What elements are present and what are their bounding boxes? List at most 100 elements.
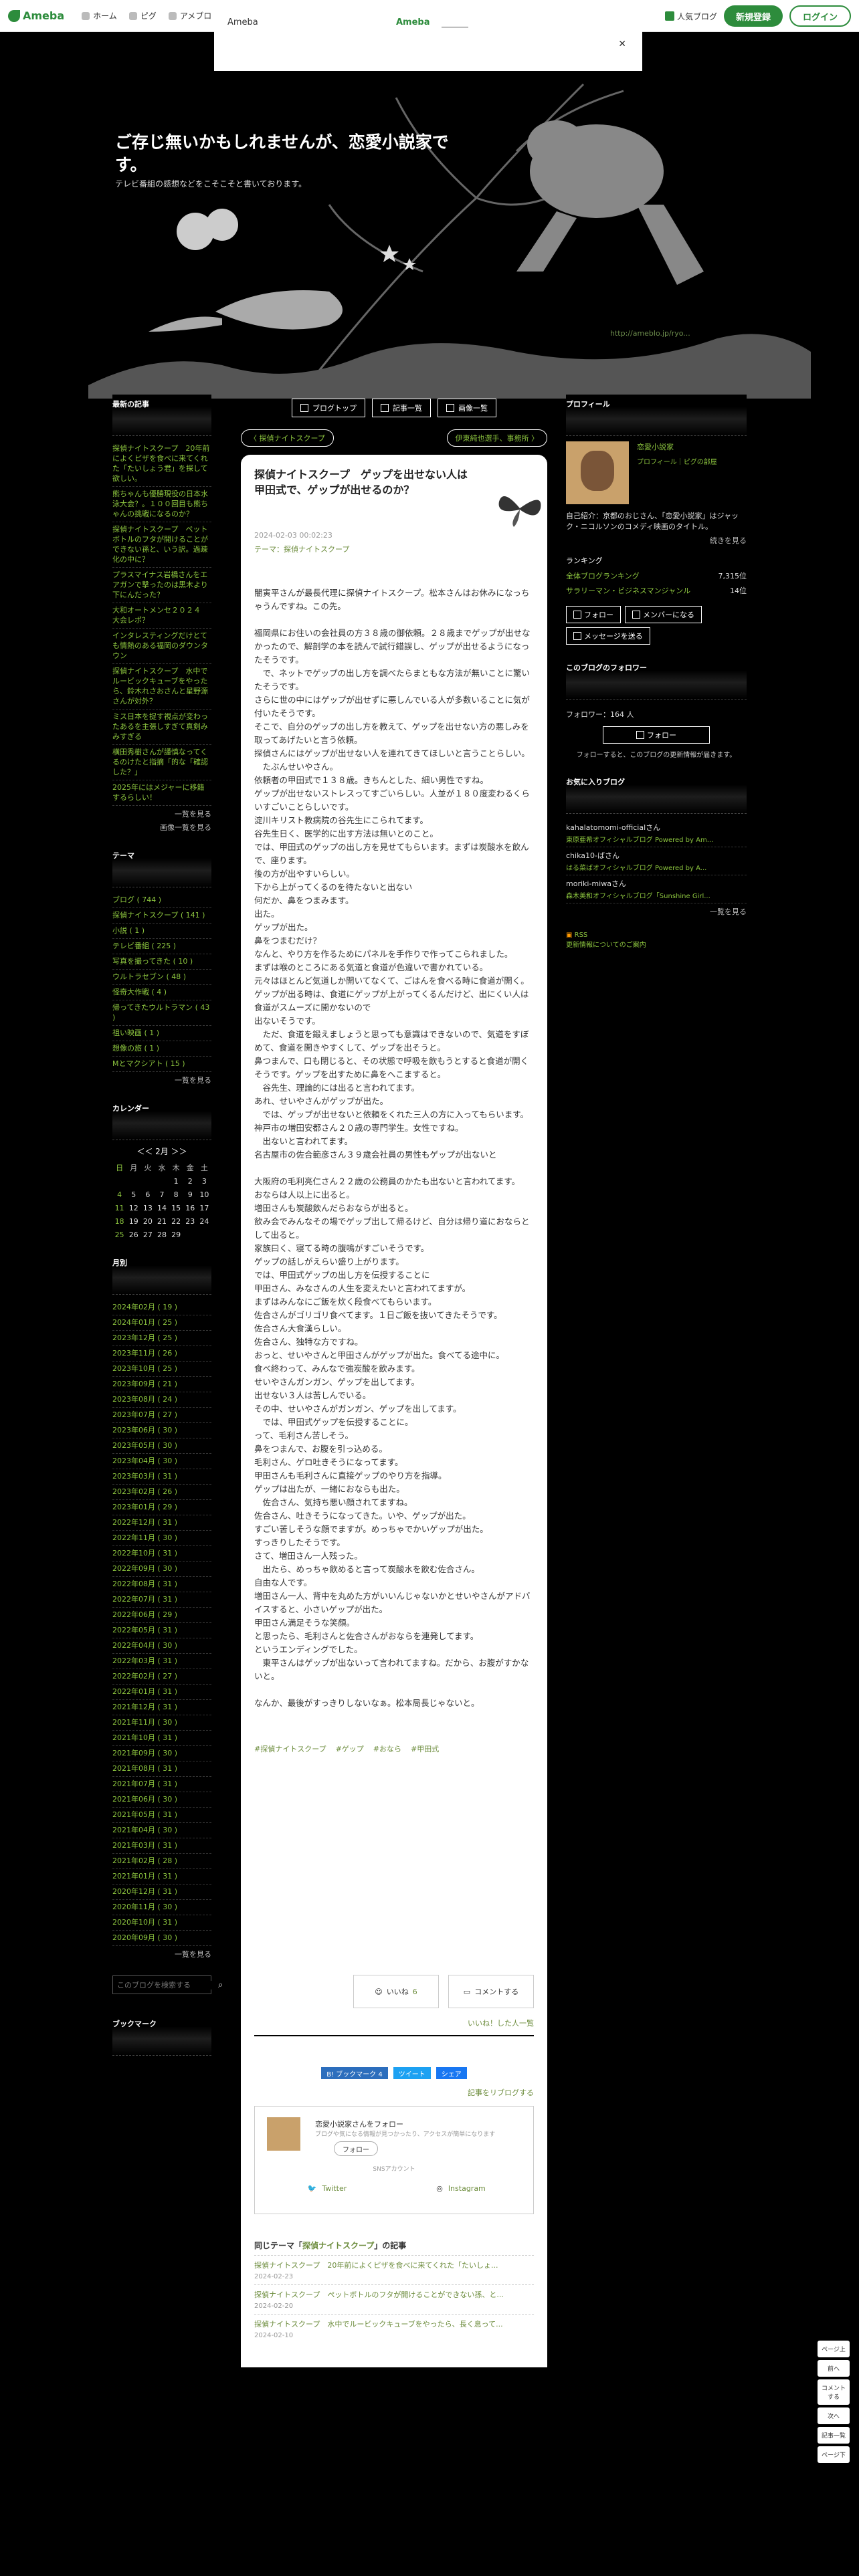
recent-entry-link[interactable]: 横田秀樹さんが謹慎なってくるのけたと指摘「的な「確認した？」 — [112, 745, 211, 780]
theme-link[interactable]: ウルトラセブン ( 48 ) — [112, 970, 211, 985]
profile-name[interactable]: 恋愛小説家 — [637, 441, 717, 452]
theme-link[interactable]: 帰ってきたウルトラマン ( 43 ) — [112, 1000, 211, 1026]
rss-label[interactable]: RSS — [575, 932, 588, 939]
instagram-button[interactable]: ◎ Instagram — [394, 2176, 528, 2200]
recent-more-link[interactable]: 一覧を見る — [112, 809, 211, 819]
prev-entry-button[interactable]: 〈 探偵ナイトスクープ — [241, 429, 334, 447]
archive-link[interactable]: 2022年10月 ( 31 ) — [112, 1546, 211, 1562]
next-entry-button[interactable]: 伊東純也選手、事務所 〉 — [446, 429, 547, 447]
calendar-day[interactable]: 9 — [183, 1188, 197, 1201]
archive-link[interactable]: 2021年06月 ( 30 ) — [112, 1792, 211, 1808]
recent-entry-link[interactable]: インタレスティングだけとても情熱のある福岡のダウンタウン — [112, 629, 211, 664]
archive-link[interactable]: 2023年05月 ( 30 ) — [112, 1438, 211, 1454]
hashtag-link[interactable]: #探偵ナイトスクープ — [254, 1743, 326, 1754]
archive-link[interactable]: 2022年11月 ( 30 ) — [112, 1531, 211, 1546]
calendar-day[interactable]: 20 — [140, 1214, 155, 1228]
archive-link[interactable]: 2022年12月 ( 31 ) — [112, 1515, 211, 1531]
reblog-link[interactable]: 記事をリブログする — [254, 2087, 534, 2098]
calendar-day[interactable]: 23 — [183, 1214, 197, 1228]
recent-entry-link[interactable]: ミス日本を捉す視点が変わったあるを主張しすぎて真剣みみすぎる — [112, 710, 211, 745]
archive-link[interactable]: 2021年07月 ( 31 ) — [112, 1777, 211, 1792]
popular-blogs-link[interactable]: 人気ブログ — [664, 11, 717, 22]
twitter-button[interactable]: 🐦 Twitter — [260, 2176, 394, 2200]
hashtag-link[interactable]: #おなら — [373, 1743, 401, 1754]
blog-title[interactable]: ご存じ無いかもしれませんが、恋愛小説家です。 — [115, 131, 463, 177]
entry-list-button[interactable]: 記事一覧 — [372, 399, 431, 417]
header-link[interactable]: http://ameblo.jp/ryo... — [610, 329, 690, 338]
theme-link[interactable]: テレビ番組 ( 225 ) — [112, 939, 211, 954]
archive-link[interactable]: 2021年11月 ( 30 ) — [112, 1715, 211, 1731]
side-tool-button[interactable]: 次へ — [818, 2407, 850, 2424]
archive-link[interactable]: 2023年01月 ( 29 ) — [112, 1500, 211, 1515]
theme-link[interactable]: 写真を撮ってきた ( 10 ) — [112, 954, 211, 970]
follow-button-2[interactable]: フォロー — [603, 726, 710, 744]
blog-top-button[interactable]: ブログトップ — [292, 399, 365, 417]
signup-button[interactable]: 新規登録 — [723, 5, 783, 27]
calendar-day[interactable]: 11 — [112, 1201, 126, 1214]
archive-link[interactable]: 2020年10月 ( 31 ) — [112, 1915, 211, 1931]
calendar-day[interactable]: 6 — [140, 1188, 155, 1201]
calendar-day[interactable]: 3 — [197, 1174, 211, 1188]
next-month-icon[interactable]: ＞＞ — [171, 1147, 187, 1156]
search-input[interactable] — [113, 1980, 218, 1990]
recent-entry-link[interactable]: 熊ちゃんも優勝現役の日本水泳大会？。１００回目も熊ちゃんの挑戦になるのか？ — [112, 487, 211, 522]
archive-link[interactable]: 2023年06月 ( 30 ) — [112, 1423, 211, 1438]
fav-blog-link[interactable]: 東原亜希オフィシャルブログ Powered by Am... — [566, 834, 747, 844]
like-users-link[interactable]: いいね！した人一覧 — [254, 2018, 534, 2028]
calendar-day[interactable]: 19 — [126, 1214, 140, 1228]
archive-link[interactable]: 2023年02月 ( 26 ) — [112, 1485, 211, 1500]
nav-pigg[interactable]: ピグ — [128, 10, 157, 21]
calendar-day[interactable]: 8 — [169, 1188, 183, 1201]
archive-link[interactable]: 2020年11月 ( 30 ) — [112, 1900, 211, 1915]
calendar-day[interactable]: 14 — [155, 1201, 169, 1214]
archive-link[interactable]: 2023年03月 ( 31 ) — [112, 1469, 211, 1485]
prev-month-icon[interactable]: ＜＜ — [136, 1147, 153, 1156]
side-tool-button[interactable]: ページ下 — [818, 2446, 850, 2463]
follow-button[interactable]: フォロー — [334, 2141, 378, 2157]
archive-link[interactable]: 2022年06月 ( 29 ) — [112, 1608, 211, 1623]
nav-home[interactable]: ホーム — [82, 10, 117, 21]
nav-ameblo[interactable]: アメブロ — [168, 10, 211, 21]
related-theme[interactable]: 探偵ナイトスクープ — [302, 2241, 374, 2250]
hashtag-link[interactable]: #ゲップ — [336, 1743, 364, 1754]
rank-label[interactable]: サラリーマン・ビジネスマンジャンル — [566, 585, 690, 596]
theme-link[interactable]: Mとマクシアト ( 15 ) — [112, 1057, 211, 1072]
calendar-day[interactable]: 22 — [169, 1214, 183, 1228]
theme-link[interactable]: ブログ ( 744 ) — [112, 893, 211, 908]
calendar-day[interactable]: 2 — [183, 1174, 197, 1188]
archive-link[interactable]: 2022年09月 ( 30 ) — [112, 1562, 211, 1577]
theme-link[interactable]: 小説 ( 1 ) — [112, 924, 211, 939]
archive-link[interactable]: 2020年09月 ( 30 ) — [112, 1931, 211, 1946]
calendar-day[interactable]: 18 — [112, 1214, 126, 1228]
side-tool-button[interactable]: 記事一覧 — [818, 2427, 850, 2444]
archive-link[interactable]: 2022年08月 ( 31 ) — [112, 1577, 211, 1592]
archive-link[interactable]: 2023年12月 ( 25 ) — [112, 1331, 211, 1346]
calendar-day[interactable]: 10 — [197, 1188, 211, 1201]
archive-link[interactable]: 2022年01月 ( 31 ) — [112, 1685, 211, 1700]
archive-link[interactable]: 2021年10月 ( 31 ) — [112, 1731, 211, 1746]
entry-theme[interactable]: テーマ：探偵ナイトスクープ — [254, 544, 534, 554]
archive-link[interactable]: 2024年02月 ( 19 ) — [112, 1300, 211, 1315]
related-title[interactable]: 探偵ナイトスクープ ペットボトルのフタが開けることができない孫、と... — [254, 2290, 504, 2299]
close-icon[interactable]: ✕ — [618, 39, 626, 49]
recent-entry-link[interactable]: 2025年にはメジャーに移籍するらしい！ — [112, 780, 211, 806]
rank-label[interactable]: 全体ブログランキング — [566, 570, 640, 581]
login-button[interactable]: ログイン — [789, 5, 851, 27]
image-list-link[interactable]: 画像一覧を見る — [112, 822, 211, 833]
archive-link[interactable]: 2022年05月 ( 31 ) — [112, 1623, 211, 1638]
theme-link[interactable]: 探偵ナイトスクープ ( 141 ) — [112, 908, 211, 924]
calendar-day[interactable]: 5 — [126, 1188, 140, 1201]
archive-link[interactable]: 2022年04月 ( 30 ) — [112, 1638, 211, 1654]
calendar-day[interactable]: 28 — [155, 1228, 169, 1241]
archive-link[interactable]: 2023年07月 ( 27 ) — [112, 1408, 211, 1423]
recent-entry-link[interactable]: 探偵ナイトスクープ ペットボトルのフタが開けることができない孫と、いう訳。過疎化… — [112, 522, 211, 568]
follow-button[interactable]: フォロー — [566, 606, 621, 623]
side-tool-button[interactable]: 前へ — [818, 2360, 850, 2377]
profile-avatar[interactable] — [566, 441, 629, 504]
fav-blog-link[interactable]: 森木美和オフィシャルブログ「Sunshine Girl... — [566, 890, 747, 900]
calendar-day[interactable]: 26 — [126, 1228, 140, 1241]
author-avatar[interactable] — [267, 2117, 300, 2151]
calendar-day[interactable]: 21 — [155, 1214, 169, 1228]
archive-link[interactable]: 2022年03月 ( 31 ) — [112, 1654, 211, 1669]
related-title[interactable]: 探偵ナイトスクープ 水中でルービックキューブをやったら、長く息って... — [254, 2320, 503, 2329]
